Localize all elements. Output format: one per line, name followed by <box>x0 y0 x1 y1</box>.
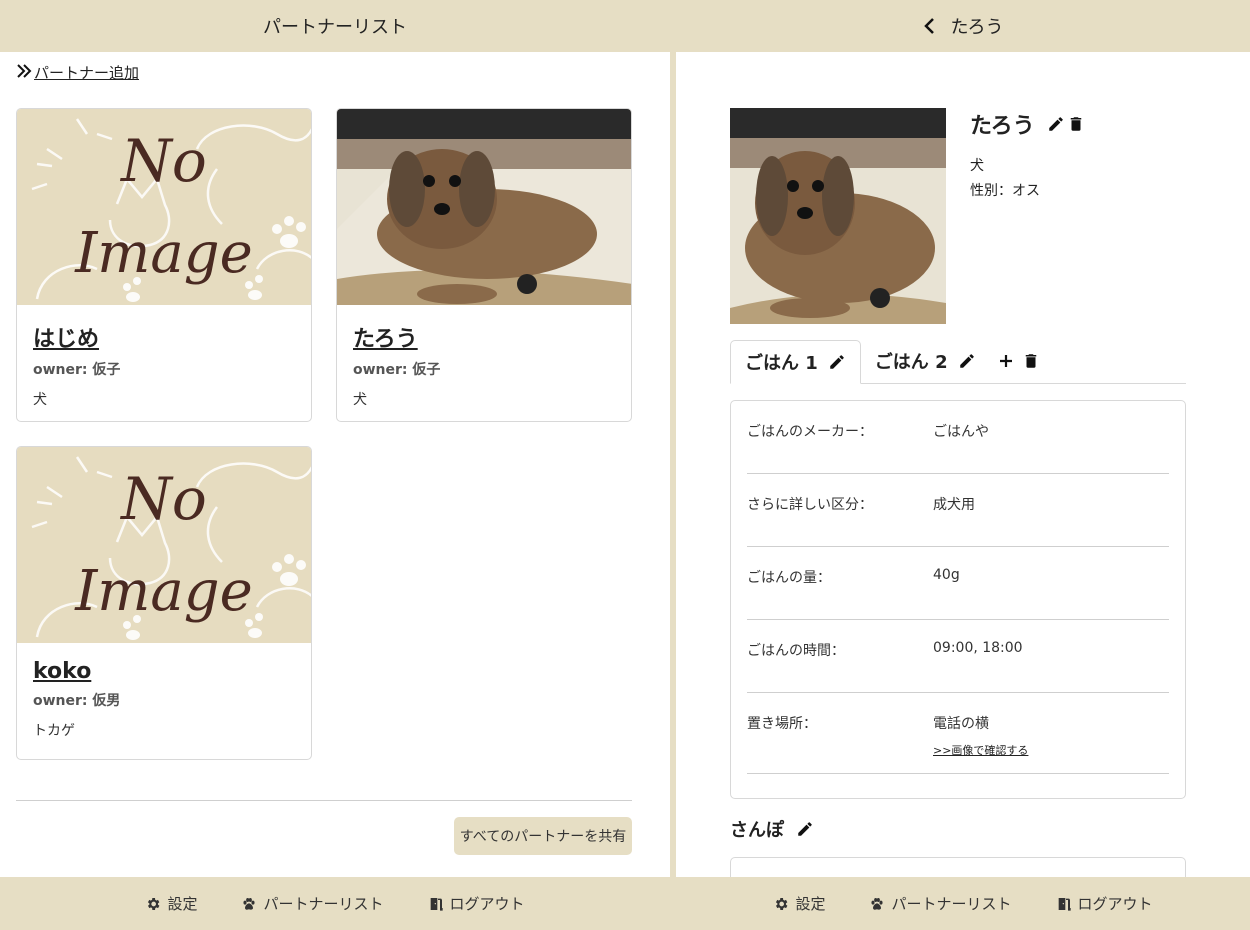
partner-owner: owner: 仮男 <box>33 690 295 710</box>
add-partner-label: パートナー追加 <box>34 64 140 82</box>
partner-card[interactable]: たろう owner: 仮子 犬 <box>336 108 632 422</box>
food-row-label: ごはんの時間： <box>747 643 845 659</box>
partner-list-pane: パートナーリスト パートナー追加 No Image はじめ owner: 仮子 … <box>0 0 670 930</box>
owner-label: owner: <box>33 362 88 378</box>
pencil-icon[interactable] <box>828 353 846 371</box>
food-row-value: 40g <box>933 567 960 583</box>
partner-owner: owner: 仮子 <box>33 359 295 379</box>
no-image-text-1: No <box>121 465 207 533</box>
food-row-label: さらに詳しい区分： <box>747 497 873 513</box>
footer-settings-link[interactable]: 設定 <box>773 893 825 914</box>
footer-settings-label: 設定 <box>795 895 826 913</box>
food-row: さらに詳しい区分： 成犬用 <box>747 474 1169 547</box>
pet-photo <box>730 108 946 324</box>
no-image-placeholder: No Image <box>17 447 311 643</box>
divider <box>16 800 632 801</box>
food-row: ごはんのメーカー： ごはんや <box>747 401 1169 474</box>
tab-label: ごはん 1 <box>745 353 818 374</box>
partner-detail-pane: たろう たろう 犬 性別：オス ごはん 1 ごはん 2 ごはんのメーカー： ごは… <box>676 0 1250 930</box>
owner-label: owner: <box>33 693 88 709</box>
food-row: ごはんの量： 40g <box>747 547 1169 620</box>
partner-species: 犬 <box>353 392 367 408</box>
dog-photo <box>337 109 631 305</box>
no-image-text-1: No <box>121 127 207 195</box>
food-row-value-text: 電話の横 <box>933 716 989 732</box>
footer-settings-label: 設定 <box>167 895 198 913</box>
owner-label: owner: <box>353 362 408 378</box>
food-detail-box: ごはんのメーカー： ごはんや さらに詳しい区分： 成犬用 ごはんの量： 40g … <box>730 400 1186 799</box>
share-all-partners-button[interactable]: すべてのパートナーを共有 <box>454 817 632 855</box>
partner-species: トカゲ <box>33 723 75 739</box>
pet-sex: 性別：オス <box>970 180 1040 200</box>
food-row: ごはんの時間： 09:00, 18:00 <box>747 620 1169 693</box>
page-title: パートナーリスト <box>263 17 407 38</box>
paw-icon <box>869 896 885 912</box>
owner-value: 仮子 <box>412 362 441 378</box>
partner-card[interactable]: No Image はじめ owner: 仮子 犬 <box>16 108 312 422</box>
food-row: 置き場所： 電話の横 >>画像で確認する <box>747 693 1169 774</box>
pet-sex-value: オス <box>1012 183 1040 199</box>
tab-label: ごはん 2 <box>874 352 948 373</box>
food-row-value: 電話の横 >>画像で確認する <box>933 713 1028 773</box>
left-footer-nav: 設定 パートナーリスト ログアウト <box>0 877 670 930</box>
no-image-text-2: Image <box>75 221 253 286</box>
dog-photo <box>730 108 946 324</box>
pet-sex-label: 性別： <box>970 183 1012 199</box>
food-row-label: ごはんの量： <box>747 570 831 586</box>
gear-icon <box>773 896 789 912</box>
food-row-label: 置き場所： <box>747 716 817 732</box>
tab-food-1[interactable]: ごはん 1 <box>730 340 861 384</box>
food-row-label: ごはんのメーカー： <box>747 424 873 440</box>
partner-card[interactable]: No Image koko owner: 仮男 トカゲ <box>16 446 312 760</box>
tab-food-2[interactable]: ごはん 2 <box>861 339 990 383</box>
pet-name: たろう <box>970 108 1085 140</box>
partner-name-link[interactable]: はじめ <box>33 321 295 353</box>
food-tabs: ごはん 1 ごはん 2 <box>730 340 1186 384</box>
pet-name-text: たろう <box>970 114 1035 139</box>
partner-species: 犬 <box>33 392 47 408</box>
walk-title-text: さんぽ <box>730 820 784 841</box>
no-image-placeholder: No Image <box>17 109 311 305</box>
partner-name-link[interactable]: koko <box>33 659 295 684</box>
footer-partner-list-label: パートナーリスト <box>263 895 384 913</box>
footer-settings-link[interactable]: 設定 <box>145 893 197 914</box>
page-title: たろう <box>950 17 1004 38</box>
partner-photo <box>337 109 631 305</box>
right-header: たろう <box>676 0 1250 52</box>
view-image-link[interactable]: >>画像で確認する <box>933 742 1028 758</box>
food-row-value: 成犬用 <box>933 497 975 513</box>
pencil-icon[interactable] <box>796 820 814 838</box>
door-icon <box>428 896 444 912</box>
gear-icon <box>145 896 161 912</box>
right-footer-nav: 設定 パートナーリスト ログアウト <box>676 877 1250 930</box>
walk-section-title: さんぽ <box>730 816 814 842</box>
double-chevron-right-icon <box>16 63 32 82</box>
footer-partner-list-link[interactable]: パートナーリスト <box>869 893 1012 914</box>
footer-partner-list-label: パートナーリスト <box>891 895 1012 913</box>
pencil-icon[interactable] <box>1047 115 1065 133</box>
no-image-text-2: Image <box>75 559 253 624</box>
partner-name-link[interactable]: たろう <box>353 321 615 353</box>
pet-species: 犬 <box>970 158 984 174</box>
footer-partner-list-link[interactable]: パートナーリスト <box>241 893 384 914</box>
add-partner-link[interactable]: パートナー追加 <box>16 62 139 83</box>
footer-logout-link[interactable]: ログアウト <box>428 893 525 914</box>
food-row-value: 09:00, 18:00 <box>933 640 1023 656</box>
footer-logout-link[interactable]: ログアウト <box>1056 893 1153 914</box>
left-header: パートナーリスト <box>0 0 670 52</box>
footer-logout-label: ログアウト <box>449 895 525 913</box>
door-icon <box>1056 896 1072 912</box>
plus-icon[interactable] <box>998 353 1014 369</box>
partner-owner: owner: 仮子 <box>353 359 615 379</box>
footer-logout-label: ログアウト <box>1077 895 1153 913</box>
trash-icon[interactable] <box>1067 115 1085 133</box>
trash-icon[interactable] <box>1022 352 1040 370</box>
owner-value: 仮子 <box>92 362 121 378</box>
owner-value: 仮男 <box>92 693 121 709</box>
food-row-value: ごはんや <box>933 424 989 440</box>
pencil-icon[interactable] <box>958 352 976 370</box>
chevron-left-icon[interactable] <box>923 17 935 35</box>
paw-icon <box>241 896 257 912</box>
